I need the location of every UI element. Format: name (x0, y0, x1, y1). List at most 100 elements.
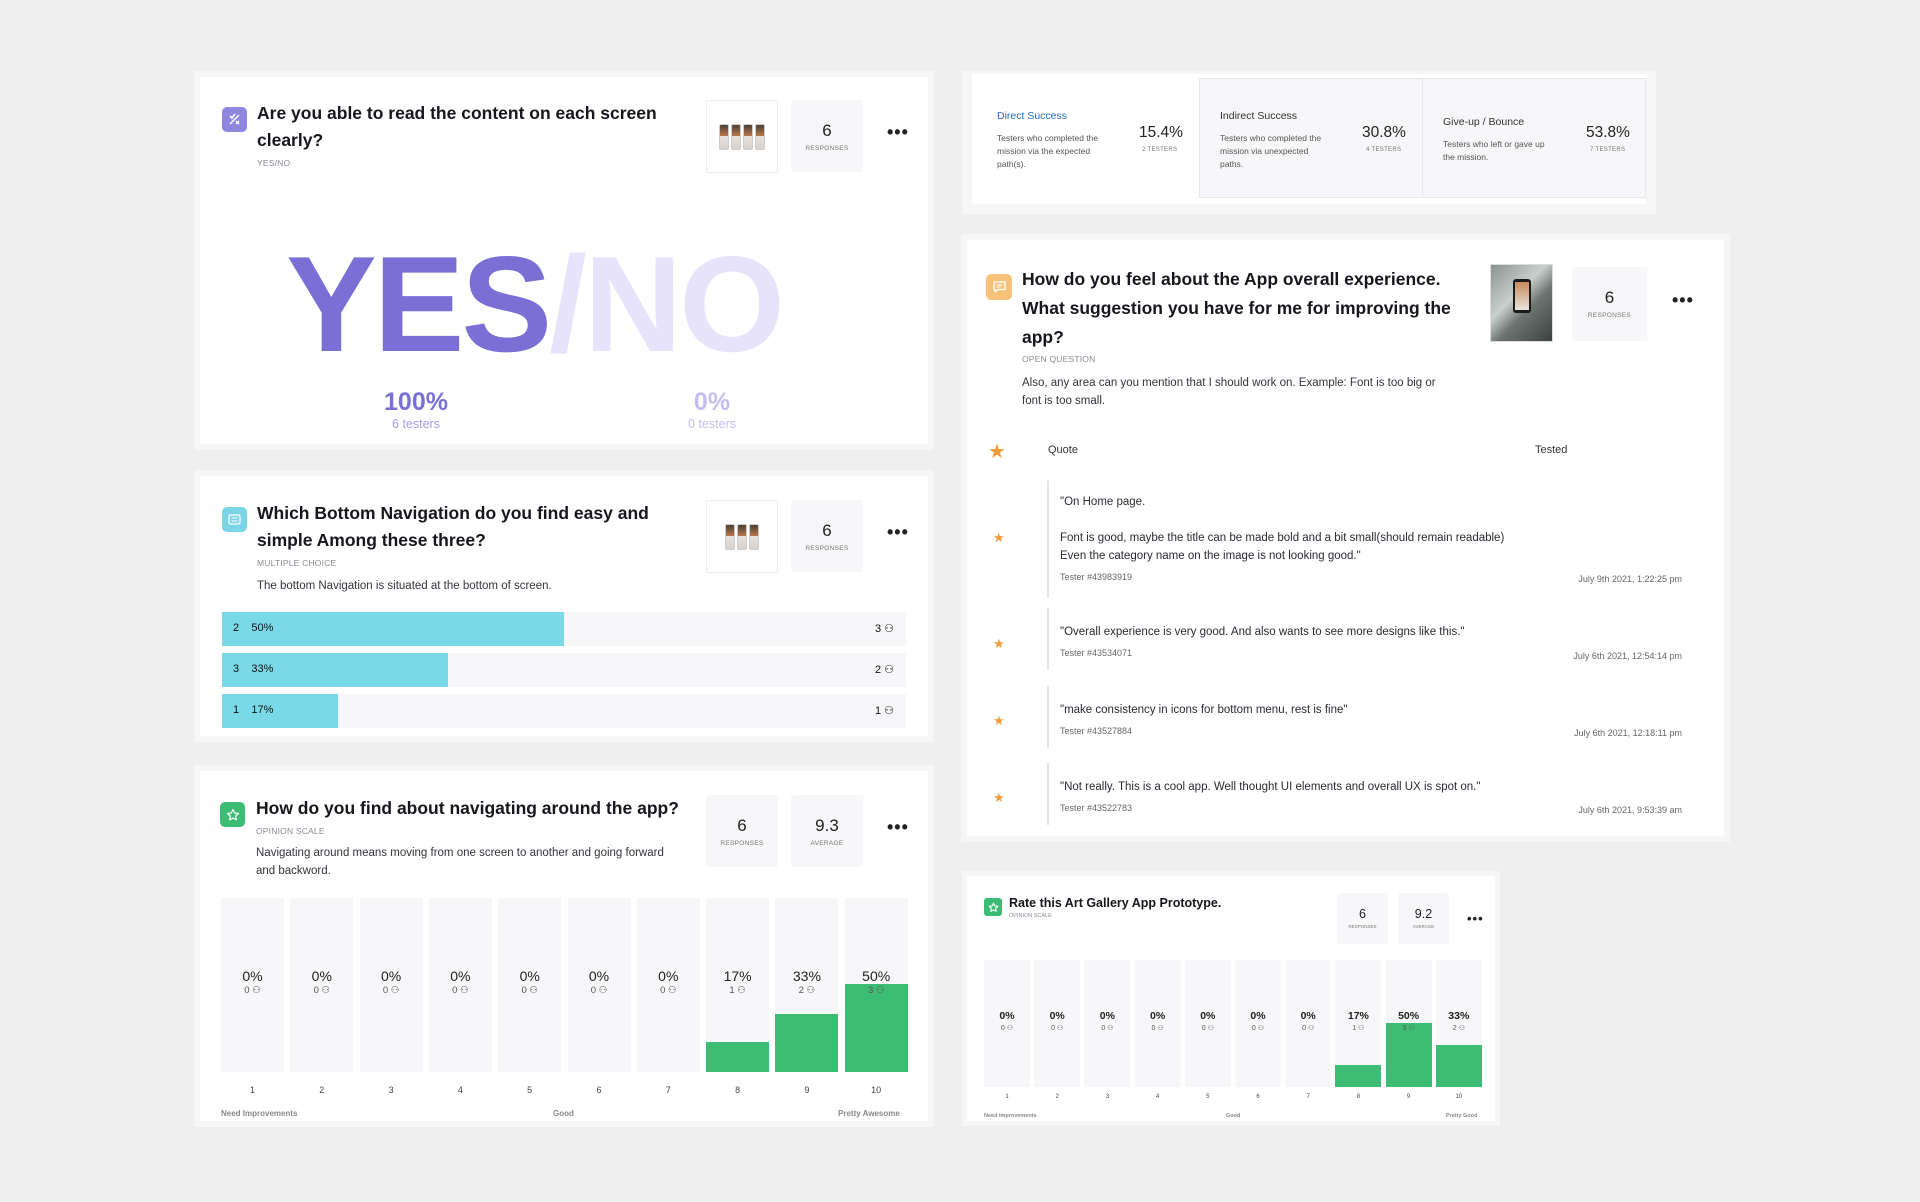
people-icon: ⚇ (806, 985, 816, 996)
scale-low-label: Need Improvements (221, 1109, 298, 1118)
scale-percent: 50% (1398, 1010, 1420, 1022)
scale-percent: 50% (862, 968, 891, 984)
question-description: Also, any area can you mention that I sh… (1022, 377, 1436, 407)
scale-count: 0 ⚇ (1251, 1024, 1265, 1032)
choice-label: 1 17% (233, 704, 274, 716)
scale-percent: 0% (242, 968, 263, 984)
question-title: How do you feel about the App overall ex… (1022, 269, 1451, 347)
scale-bar (1435, 1044, 1482, 1087)
scale-count: 2 ⚇ (1452, 1024, 1465, 1032)
scale-percent: 17% (723, 968, 752, 984)
scale-tick-label: 4 (1155, 1094, 1160, 1100)
star-icon (984, 898, 1002, 916)
scale-count: 0 ⚇ (1051, 1024, 1064, 1032)
scale-tick-label: 9 (1406, 1094, 1411, 1100)
star-icon[interactable]: ★ (993, 713, 1005, 729)
prototype-thumbnail[interactable] (706, 500, 778, 573)
star-icon[interactable]: ★ (993, 790, 1005, 806)
no-word: NO (583, 228, 785, 380)
scale-column: 50% 3 ⚇ (1385, 960, 1432, 1087)
scale-percent: 0% (311, 968, 332, 984)
people-icon: ⚇ (1257, 1024, 1265, 1032)
people-icon: ⚇ (1056, 1024, 1064, 1032)
quote-column-header[interactable]: Quote (1048, 444, 1078, 456)
people-icon: ⚇ (252, 985, 261, 996)
more-options-button[interactable]: ••• (887, 818, 909, 836)
question-type-label: YES/NO (257, 158, 291, 168)
scale-tick-label: 5 (527, 1085, 533, 1095)
yes-result: 100% 6 testers (384, 388, 448, 431)
scale-tick-label: 2 (1055, 1094, 1059, 1100)
scale-percent: 0% (588, 968, 610, 984)
question-title: Which Bottom Navigation do you find easy… (257, 503, 649, 550)
tested-column-header[interactable]: Tested (1535, 444, 1567, 456)
quote-row: "Overall experience is very good. And al… (1047, 608, 1464, 670)
scale-column: 50% 3 ⚇ (844, 898, 908, 1072)
scale-percent: 0% (380, 968, 402, 984)
scale-tick-label: 3 (388, 1085, 394, 1095)
scale-bar (1335, 1065, 1382, 1087)
scale-tick-label: 4 (457, 1085, 463, 1095)
give-up-bounce-stat[interactable]: Give-up / Bounce Testers who left or gav… (1422, 79, 1645, 197)
choice-bar: 2 50% 3 ⚇ (222, 612, 906, 646)
more-options-button[interactable]: ••• (1467, 912, 1484, 925)
average-stat: 9.3 AVERAGE (791, 795, 863, 867)
people-icon: ⚇ (390, 985, 400, 996)
scale-tick-label: 2 (319, 1085, 325, 1095)
question-type-label: MULTIPLE CHOICE (257, 558, 337, 568)
more-options-button[interactable]: ••• (887, 123, 909, 141)
scale-column: 0% 0 ⚇ (1235, 960, 1281, 1087)
choice-count: 3 ⚇ (874, 623, 894, 635)
choice-label: 2 50% (233, 622, 274, 634)
scale-count: 1 ⚇ (729, 985, 746, 996)
indirect-success-stat[interactable]: Indirect Success Testers who completed t… (1199, 79, 1422, 197)
scale-count: 0 ⚇ (590, 985, 608, 996)
people-icon: ⚇ (737, 985, 746, 996)
tested-date: July 6th 2021, 9:53:39 am (1578, 805, 1682, 815)
choice-label: 3 33% (233, 663, 274, 675)
people-icon: ⚇ (598, 985, 608, 996)
question-title: Are you able to read the content on each… (257, 103, 657, 150)
choice-bar: 3 33% 2 ⚇ (222, 653, 906, 687)
scale-count: 0 ⚇ (660, 985, 677, 996)
scale-high-label: Pretty Good (1446, 1113, 1478, 1119)
more-options-button[interactable]: ••• (887, 523, 909, 541)
scale-percent: 0% (1200, 1010, 1216, 1022)
people-icon: ⚇ (321, 985, 331, 996)
star-icon[interactable]: ★ (993, 636, 1005, 652)
question-description: Navigating around means moving from one … (256, 847, 664, 877)
quote-row: "Not really. This is a cool app. Well th… (1047, 763, 1480, 825)
favorite-star-icon[interactable]: ★ (988, 439, 1006, 464)
scale-percent: 0% (519, 968, 540, 984)
prototype-photo-thumbnail[interactable] (1490, 264, 1553, 342)
star-icon[interactable]: ★ (993, 530, 1005, 546)
scale-percent: 0% (1099, 1010, 1115, 1022)
scale-column: 17% 1 ⚇ (706, 898, 770, 1072)
direct-success-stat[interactable]: Direct Success Testers who completed the… (976, 78, 1198, 198)
scale-count: 0 ⚇ (1201, 1024, 1214, 1032)
scale-percent: 0% (658, 968, 679, 984)
responses-stat: 6 RESPONSES (791, 100, 863, 172)
choice-count: 2 ⚇ (874, 664, 894, 676)
yes-no-icon (222, 107, 247, 132)
chat-icon (986, 274, 1012, 300)
scale-count: 0 ⚇ (1151, 1024, 1164, 1032)
quote-row: "make consistency in icons for bottom me… (1047, 686, 1347, 748)
scale-high-label: Pretty Awesome (838, 1109, 900, 1118)
scale-count: 3 ⚇ (1402, 1024, 1415, 1032)
more-options-button[interactable]: ••• (1672, 291, 1694, 309)
tested-date: July 6th 2021, 12:54:14 pm (1573, 651, 1682, 661)
scale-bar (1385, 1023, 1432, 1087)
scale-tick-label: 1 (1005, 1094, 1009, 1100)
people-icon: ⚇ (1006, 1024, 1014, 1032)
scale-bar (706, 1042, 770, 1072)
scale-tick-label: 1 (249, 1085, 255, 1095)
scale-column: 0% 0 ⚇ (636, 898, 700, 1072)
prototype-thumbnail[interactable] (706, 100, 778, 173)
question-type-label: OPINION SCALE (1009, 913, 1052, 919)
scale-tick-label: 3 (1105, 1094, 1110, 1100)
scale-percent: 33% (792, 968, 821, 984)
scale-column: 0% 0 ⚇ (1084, 960, 1131, 1087)
scale-tick-label: 6 (1256, 1094, 1260, 1100)
scale-column: 33% 2 ⚇ (775, 898, 839, 1072)
